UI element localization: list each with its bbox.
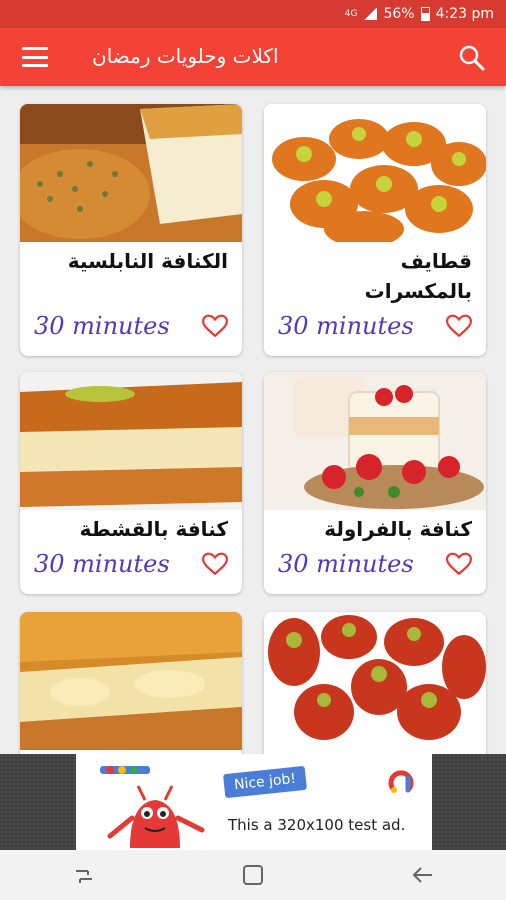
ad-banner[interactable]: Nice job! This a 320x100 test ad. [76,754,432,850]
nice-job-badge: Nice job! [222,765,308,799]
heart-icon[interactable] [446,314,472,338]
app-bar: اكلات وحلويات رمضان [0,28,506,86]
recipe-card[interactable]: قطايف بالمكسرات 30 minutes [264,104,486,356]
battery-percent: 56% [383,6,415,22]
home-icon[interactable] [238,860,268,890]
heart-icon[interactable] [446,552,472,576]
recipe-image [20,612,242,750]
recipe-card[interactable]: كنافة بالفراولة 30 minutes [264,372,486,594]
recipe-image [20,372,242,510]
recipe-image [20,104,242,242]
recipe-card[interactable]: كنافة بالقشطة 30 minutes [20,372,242,594]
recipe-card[interactable] [20,612,242,754]
ad-mascot-image [100,766,205,848]
recipe-title: كنافة بالفراولة [324,517,472,541]
cook-time: 30 minutes [278,550,414,578]
back-icon[interactable] [407,860,437,890]
signal-icon [363,8,378,20]
cook-time: 30 minutes [34,312,170,340]
battery-icon [420,7,430,21]
heart-icon[interactable] [202,314,228,338]
recipe-title: كنافة بالقشطة [79,517,228,541]
recent-apps-icon[interactable] [69,860,99,890]
recipe-meta: 30 minutes [34,544,228,584]
recipe-image [264,104,486,242]
heart-icon[interactable] [202,552,228,576]
recipe-image [264,372,486,510]
ad-banner-area: Nice job! This a 320x100 test ad. [0,754,506,850]
recipe-image [264,612,486,750]
clock: 4:23 pm [435,6,494,22]
search-icon[interactable] [458,44,486,72]
recipe-grid: الكنافة النابلسية 30 minutes قطايف بالمك… [0,86,506,754]
recipe-meta: 30 minutes [278,306,472,346]
recipe-title: الكنافة النابلسية [67,249,228,273]
system-nav-bar [0,850,506,900]
ad-text: This a 320x100 test ad. [228,816,406,834]
recipe-title: قطايف بالمكسرات [364,249,472,303]
recipe-card[interactable] [264,612,486,754]
recipe-meta: 30 minutes [278,544,472,584]
cook-time: 30 minutes [278,312,414,340]
cook-time: 30 minutes [34,550,170,578]
menu-icon[interactable] [22,47,48,67]
status-bar: 4G 56% 4:23 pm [0,0,506,28]
recipe-card[interactable]: الكنافة النابلسية 30 minutes [20,104,242,356]
app-title: اكلات وحلويات رمضان [92,44,279,68]
network-type: 4G [344,9,358,19]
recipe-meta: 30 minutes [34,306,228,346]
ad-logo-icon [388,770,414,793]
